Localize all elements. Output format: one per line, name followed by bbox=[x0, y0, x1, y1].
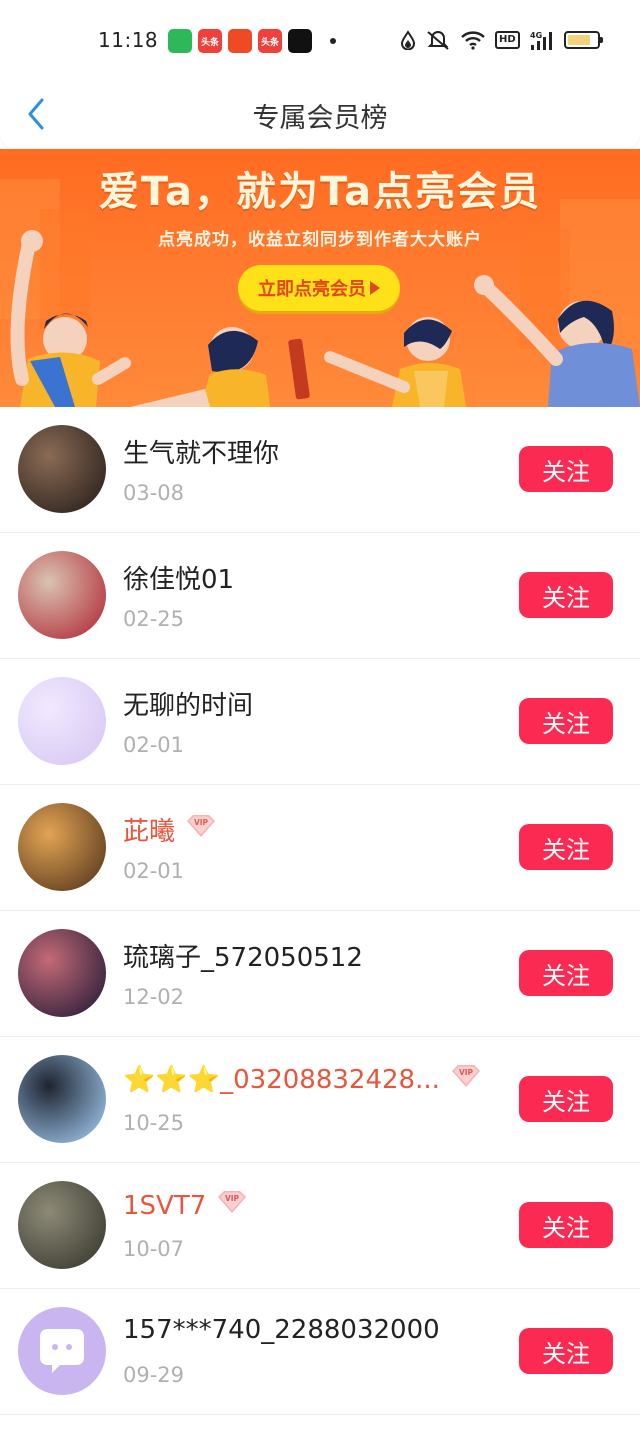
light-up-member-label: 立即点亮会员 bbox=[258, 279, 366, 300]
follow-button[interactable]: 关注 bbox=[519, 1328, 613, 1374]
member-row[interactable]: 生气就不理你 03-08 关注 bbox=[0, 407, 640, 533]
svg-text:VIP: VIP bbox=[225, 1194, 240, 1203]
vip-diamond-icon: VIP bbox=[448, 1063, 484, 1096]
member-row[interactable]: ⭐⭐⭐_03208832428... VIP 10-25 关注 bbox=[0, 1037, 640, 1163]
member-name-text: 1SVT7 bbox=[123, 1190, 207, 1221]
light-up-member-button[interactable]: 立即点亮会员 bbox=[238, 265, 400, 311]
member-name-text: 无聊的时间 bbox=[123, 691, 254, 721]
member-row[interactable]: 茈曦 VIP 02-01 关注 bbox=[0, 785, 640, 911]
svg-text:VIP: VIP bbox=[459, 1068, 474, 1077]
follow-button[interactable]: 关注 bbox=[519, 950, 613, 996]
water-drop-icon bbox=[400, 30, 416, 50]
member-name: 茈曦 VIP bbox=[123, 811, 219, 848]
member-name: 无聊的时间 bbox=[123, 685, 253, 722]
play-triangle-icon bbox=[370, 281, 380, 295]
follow-button[interactable]: 关注 bbox=[519, 1202, 613, 1248]
app-green-icon bbox=[168, 29, 192, 53]
member-name: 徐佳悦01 bbox=[123, 559, 234, 596]
status-time: 11:18 bbox=[98, 28, 159, 52]
toutiao-lite-icon: 头条 bbox=[258, 29, 282, 53]
toutiao-icon: 头条 bbox=[198, 29, 222, 53]
tiktok-icon bbox=[288, 29, 312, 53]
banner-subtitle: 点亮成功，收益立刻同步到作者大大账户 bbox=[158, 230, 482, 250]
member-row[interactable]: 徐佳悦01 02-25 关注 bbox=[0, 533, 640, 659]
hd-icon: HD bbox=[495, 31, 520, 49]
member-name-text: 157***740_2288032000 bbox=[123, 1315, 440, 1345]
page-title: 专属会员榜 bbox=[252, 103, 388, 134]
avatar[interactable] bbox=[18, 1181, 106, 1269]
member-name-text: 徐佳悦01 bbox=[123, 565, 235, 595]
member-name: 1SVT7 VIP bbox=[123, 1189, 250, 1222]
member-name: 生气就不理你 bbox=[123, 433, 279, 470]
member-list: 生气就不理你 03-08 关注 徐佳悦01 02-25 关注 无聊的时间 02-01 关注 茈曦 V… bbox=[0, 407, 640, 1415]
member-row[interactable]: 157***740_2288032000 09-29 关注 bbox=[0, 1289, 640, 1415]
follow-button[interactable]: 关注 bbox=[519, 698, 613, 744]
video-play-icon bbox=[228, 29, 252, 53]
banner-title: 爱Ta，就为Ta点亮会员 bbox=[98, 169, 542, 215]
signal-4g-icon: 4G bbox=[530, 31, 552, 50]
follow-button[interactable]: 关注 bbox=[519, 572, 613, 618]
follow-button[interactable]: 关注 bbox=[519, 1076, 613, 1122]
system-icons: HD 4G bbox=[400, 29, 603, 51]
header: 专属会员榜 bbox=[0, 84, 640, 148]
avatar[interactable] bbox=[18, 1307, 106, 1395]
member-date: 02-25 bbox=[123, 607, 185, 631]
more-notifications-dot bbox=[330, 38, 336, 44]
avatar[interactable] bbox=[18, 551, 106, 639]
member-date: 12-02 bbox=[123, 985, 185, 1009]
status-bar: 11:18 头条 头条 HD 4G bbox=[0, 0, 640, 84]
promo-banner[interactable]: 爱Ta，就为Ta点亮会员 点亮成功，收益立刻同步到作者大大账户 立即点亮会员 bbox=[0, 149, 640, 407]
svg-text:4G: 4G bbox=[530, 31, 542, 40]
member-row[interactable]: 无聊的时间 02-01 关注 bbox=[0, 659, 640, 785]
member-name-text: 生气就不理你 bbox=[123, 439, 280, 469]
avatar[interactable] bbox=[18, 803, 106, 891]
follow-button[interactable]: 关注 bbox=[519, 824, 613, 870]
notification-icons: 头条 头条 bbox=[168, 29, 336, 53]
member-date: 09-29 bbox=[123, 1363, 185, 1387]
mute-bell-icon bbox=[427, 31, 449, 50]
member-date: 10-07 bbox=[123, 1237, 185, 1261]
member-date: 02-01 bbox=[123, 859, 185, 883]
member-name-text: 茈曦 bbox=[123, 817, 176, 847]
member-name: 琉璃子_572050512 bbox=[123, 937, 363, 974]
avatar[interactable] bbox=[18, 425, 106, 513]
avatar[interactable] bbox=[18, 677, 106, 765]
wifi-icon bbox=[461, 31, 485, 50]
member-date: 10-25 bbox=[123, 1111, 185, 1135]
chat-bubble-icon bbox=[40, 1329, 84, 1373]
member-row[interactable]: 琉璃子_572050512 12-02 关注 bbox=[0, 911, 640, 1037]
vip-diamond-icon: VIP bbox=[214, 1189, 250, 1222]
battery-icon bbox=[563, 31, 603, 49]
member-date: 02-01 bbox=[123, 733, 185, 757]
member-date: 03-08 bbox=[123, 481, 185, 505]
member-name: 157***740_2288032000 bbox=[123, 1315, 440, 1345]
svg-text:VIP: VIP bbox=[194, 818, 209, 827]
vip-diamond-icon: VIP bbox=[183, 813, 219, 846]
avatar[interactable] bbox=[18, 1055, 106, 1143]
member-name-text: 琉璃子_572050512 bbox=[123, 943, 363, 973]
member-row[interactable]: 1SVT7 VIP 10-07 关注 bbox=[0, 1163, 640, 1289]
member-name: ⭐⭐⭐_03208832428... VIP bbox=[123, 1063, 484, 1096]
follow-button[interactable]: 关注 bbox=[519, 446, 613, 492]
member-name-text: ⭐⭐⭐_03208832428... bbox=[123, 1064, 440, 1095]
avatar[interactable] bbox=[18, 929, 106, 1017]
